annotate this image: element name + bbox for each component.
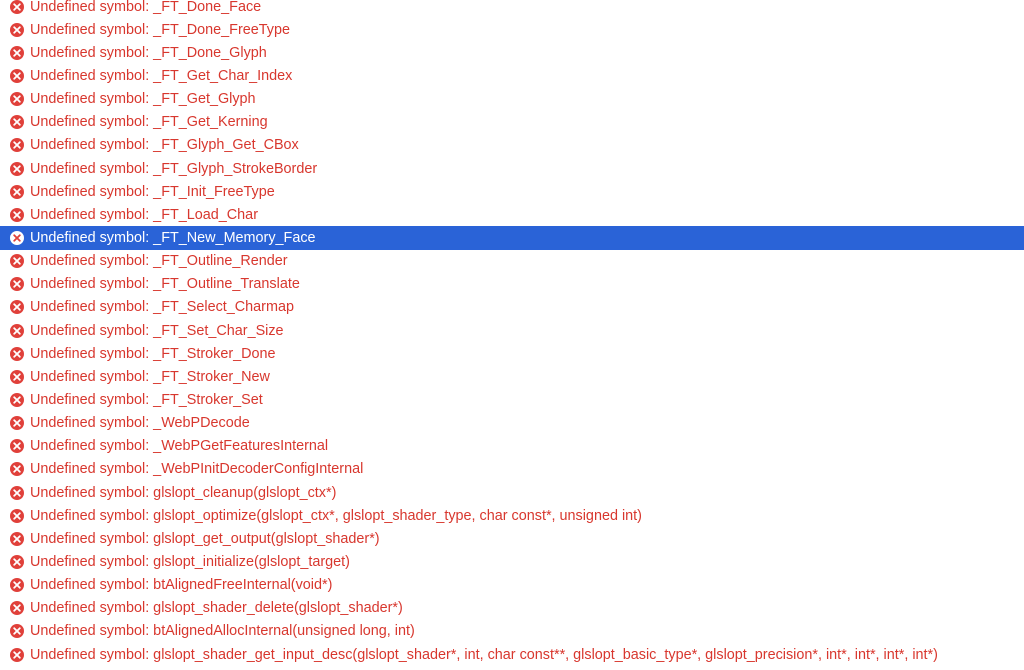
issue-message: Undefined symbol: _FT_Stroker_Done (30, 345, 276, 362)
issue-message: Undefined symbol: btAlignedFreeInternal(… (30, 577, 333, 594)
issue-row[interactable]: Undefined symbol: glslopt_optimize(glslo… (0, 504, 1024, 527)
issue-row[interactable]: Undefined symbol: _FT_Get_Kerning (0, 111, 1024, 134)
issue-row[interactable]: Undefined symbol: _WebPDecode (0, 412, 1024, 435)
error-icon (10, 439, 24, 454)
error-icon (10, 68, 24, 83)
issue-message: Undefined symbol: _FT_Select_Charmap (30, 299, 294, 316)
error-icon (10, 369, 24, 384)
issue-row[interactable]: Undefined symbol: _FT_Load_Char (0, 203, 1024, 226)
issue-row[interactable]: Undefined symbol: _FT_Set_Char_Size (0, 319, 1024, 342)
issue-row[interactable]: Undefined symbol: _FT_Select_Charmap (0, 296, 1024, 319)
issue-message: Undefined symbol: btAlignedAllocInternal… (30, 623, 415, 640)
issue-row[interactable]: Undefined symbol: _FT_Stroker_Done (0, 342, 1024, 365)
issue-message: Undefined symbol: _FT_Stroker_New (30, 368, 270, 385)
issue-message: Undefined symbol: _FT_Get_Glyph (30, 91, 256, 108)
error-icon (10, 554, 24, 569)
issue-row[interactable]: Undefined symbol: glslopt_cleanup(glslop… (0, 481, 1024, 504)
issue-row[interactable]: Undefined symbol: _FT_Outline_Translate (0, 273, 1024, 296)
issue-row[interactable]: Undefined symbol: _WebPGetFeaturesIntern… (0, 435, 1024, 458)
error-icon (10, 578, 24, 593)
error-icon (10, 207, 24, 222)
issue-row[interactable]: Undefined symbol: _WebPInitDecoderConfig… (0, 458, 1024, 481)
issue-row[interactable]: Undefined symbol: _FT_Done_Glyph (0, 41, 1024, 64)
issue-message: Undefined symbol: _FT_Init_FreeType (30, 183, 275, 200)
issue-message: Undefined symbol: _FT_Stroker_Set (30, 391, 263, 408)
error-icon (10, 161, 24, 176)
issue-row[interactable]: Undefined symbol: btAlignedAllocInternal… (0, 620, 1024, 643)
issue-message: Undefined symbol: _FT_Set_Char_Size (30, 322, 284, 339)
error-icon (10, 485, 24, 500)
error-icon (10, 416, 24, 431)
error-icon (10, 184, 24, 199)
error-icon (10, 0, 24, 14)
issue-row[interactable]: Undefined symbol: btAlignedFreeInternal(… (0, 574, 1024, 597)
issue-row[interactable]: Undefined symbol: glslopt_shader_delete(… (0, 597, 1024, 620)
issue-message: Undefined symbol: _WebPDecode (30, 415, 250, 432)
error-icon (10, 230, 24, 245)
issue-message: Undefined symbol: _FT_Get_Kerning (30, 114, 268, 131)
error-icon (10, 277, 24, 292)
issue-row[interactable]: Undefined symbol: _FT_Done_Face (0, 0, 1024, 18)
issue-message: Undefined symbol: _WebPGetFeaturesIntern… (30, 438, 329, 455)
issue-message: Undefined symbol: _FT_New_Memory_Face (30, 229, 316, 246)
error-icon (10, 462, 24, 477)
issue-message: Undefined symbol: _FT_Done_Glyph (30, 44, 267, 61)
issue-row[interactable]: Undefined symbol: _FT_Get_Glyph (0, 88, 1024, 111)
issue-row[interactable]: Undefined symbol: _FT_Stroker_New (0, 365, 1024, 388)
issue-message: Undefined symbol: glslopt_shader_get_inp… (30, 646, 938, 663)
issue-list: Undefined symbol: _FT_Done_Face Undefine… (0, 0, 1024, 666)
error-icon (10, 508, 24, 523)
issue-message: Undefined symbol: glslopt_get_output(gls… (30, 530, 380, 547)
issue-row[interactable]: Undefined symbol: glslopt_initialize(gls… (0, 550, 1024, 573)
issue-message: Undefined symbol: _FT_Outline_Translate (30, 276, 300, 293)
error-icon (10, 323, 24, 338)
issue-message: Undefined symbol: _FT_Done_FreeType (30, 21, 290, 38)
error-icon (10, 624, 24, 639)
issue-row[interactable]: Undefined symbol: _FT_Done_FreeType (0, 18, 1024, 41)
issue-message: Undefined symbol: glslopt_initialize(gls… (30, 553, 350, 570)
error-icon (10, 647, 24, 662)
error-icon (10, 254, 24, 269)
issue-message: Undefined symbol: glslopt_optimize(glslo… (30, 507, 642, 524)
issue-row[interactable]: Undefined symbol: glslopt_get_output(gls… (0, 527, 1024, 550)
issue-row[interactable]: Undefined symbol: _FT_Glyph_Get_CBox (0, 134, 1024, 157)
issue-message: Undefined symbol: _FT_Glyph_Get_CBox (30, 137, 299, 154)
issue-message: Undefined symbol: glslopt_shader_delete(… (30, 600, 403, 617)
error-icon (10, 601, 24, 616)
issue-message: Undefined symbol: _FT_Glyph_StrokeBorder (30, 160, 318, 177)
issue-message: Undefined symbol: _WebPInitDecoderConfig… (30, 461, 364, 478)
error-icon (10, 392, 24, 407)
error-icon (10, 45, 24, 60)
error-icon (10, 531, 24, 546)
issue-row[interactable]: Undefined symbol: glslopt_shader_get_inp… (0, 643, 1024, 666)
error-icon (10, 92, 24, 107)
issue-row[interactable]: Undefined symbol: _FT_Stroker_Set (0, 388, 1024, 411)
issue-row[interactable]: Undefined symbol: _FT_Outline_Render (0, 250, 1024, 273)
error-icon (10, 138, 24, 153)
issue-message: Undefined symbol: _FT_Load_Char (30, 206, 258, 223)
issue-message: Undefined symbol: glslopt_cleanup(glslop… (30, 484, 337, 501)
issue-row[interactable]: Undefined symbol: _FT_Glyph_StrokeBorder (0, 157, 1024, 180)
issue-row[interactable]: Undefined symbol: _FT_Get_Char_Index (0, 64, 1024, 87)
error-icon (10, 115, 24, 130)
issue-message: Undefined symbol: _FT_Done_Face (30, 0, 262, 15)
issue-message: Undefined symbol: _FT_Get_Char_Index (30, 67, 293, 84)
error-icon (10, 346, 24, 361)
issue-row[interactable]: Undefined symbol: _FT_Init_FreeType (0, 180, 1024, 203)
error-icon (10, 300, 24, 315)
issue-row[interactable]: Undefined symbol: _FT_New_Memory_Face (0, 226, 1024, 250)
error-icon (10, 22, 24, 37)
issue-message: Undefined symbol: _FT_Outline_Render (30, 253, 288, 270)
